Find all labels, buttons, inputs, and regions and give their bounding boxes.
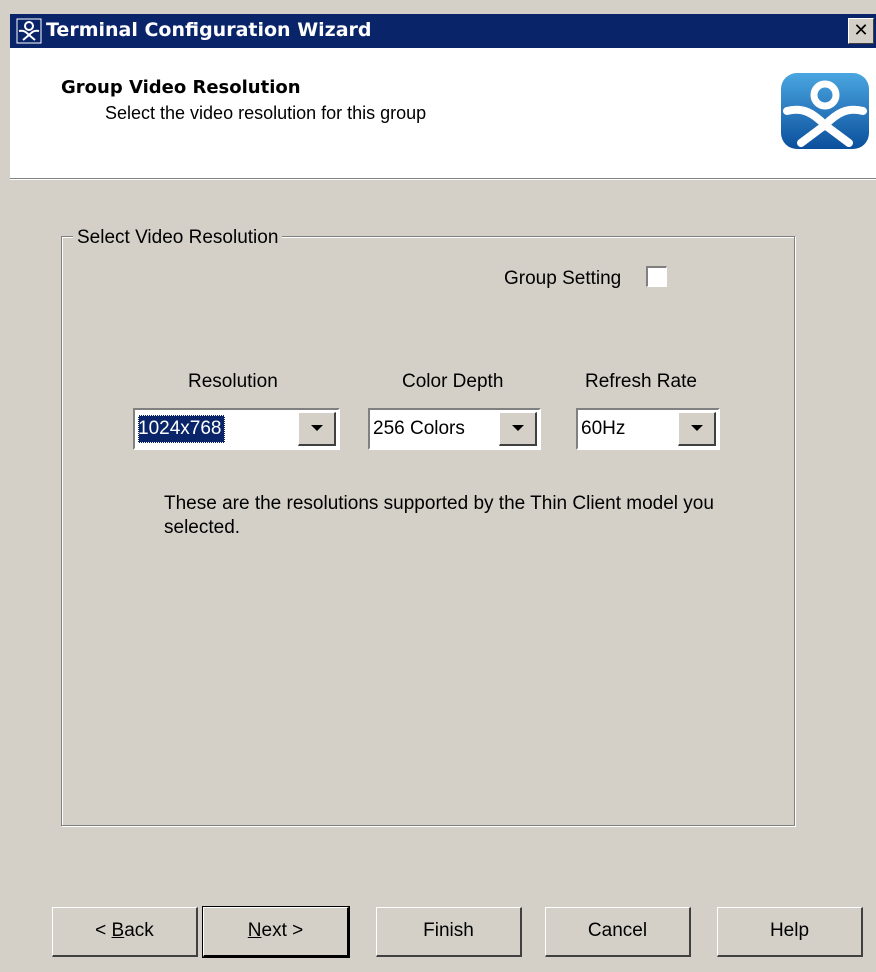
next-label-rest: ext > — [261, 920, 304, 941]
group-legend: Select Video Resolution — [73, 227, 283, 249]
resolution-select[interactable]: 1024x768 — [133, 408, 340, 450]
page-subtitle: Select the video resolution for this gro… — [105, 103, 427, 123]
refresh-rate-value: 60Hz — [581, 418, 626, 439]
cancel-button[interactable]: Cancel — [545, 907, 691, 957]
wizard-header: Group Video Resolution Select the video … — [10, 48, 876, 180]
back-button[interactable]: < Back — [52, 907, 198, 957]
color-depth-value: 256 Colors — [373, 418, 465, 439]
refresh-rate-label: Refresh Rate — [585, 371, 697, 392]
refresh-rate-dropdown-button[interactable] — [678, 412, 716, 446]
back-label-rest: ack — [124, 920, 154, 941]
group-setting-label: Group Setting — [504, 268, 622, 289]
finish-button[interactable]: Finish — [376, 907, 522, 957]
back-prefix: < — [95, 920, 112, 941]
terminal-logo-icon — [779, 71, 871, 151]
next-button[interactable]: Next > — [202, 906, 350, 958]
back-accesskey: B — [111, 920, 125, 941]
resolution-dropdown-button[interactable] — [298, 412, 336, 446]
group-setting-checkbox[interactable] — [646, 266, 667, 287]
color-depth-dropdown-button[interactable] — [499, 412, 537, 446]
next-accesskey: N — [247, 920, 262, 941]
resolution-label: Resolution — [188, 371, 278, 392]
close-icon[interactable]: ✕ — [848, 18, 874, 44]
help-button[interactable]: Help — [717, 907, 863, 957]
page-title: Group Video Resolution — [61, 77, 301, 98]
window-title: Terminal Configuration Wizard — [46, 19, 372, 41]
refresh-rate-select[interactable]: 60Hz — [576, 408, 720, 450]
title-bar: Terminal Configuration Wizard ✕ — [10, 14, 876, 48]
chevron-down-icon — [311, 425, 323, 431]
app-icon — [16, 18, 42, 44]
resolution-note: These are the resolutions supported by t… — [164, 493, 714, 538]
color-depth-select[interactable]: 256 Colors — [368, 408, 541, 450]
chevron-down-icon — [691, 425, 703, 431]
color-depth-label: Color Depth — [402, 371, 504, 392]
resolution-value: 1024x768 — [138, 415, 226, 443]
chevron-down-icon — [512, 425, 524, 431]
